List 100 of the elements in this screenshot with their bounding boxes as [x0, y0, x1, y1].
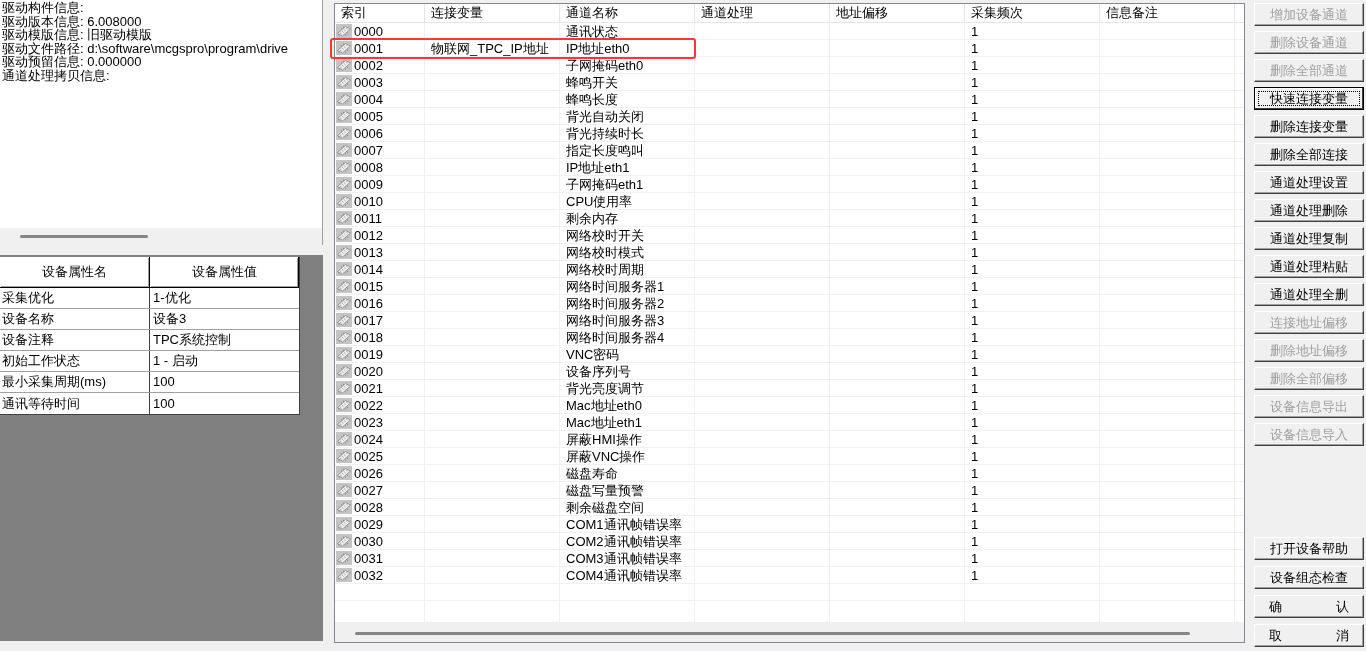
channel-name: 网络校时开关 — [566, 228, 644, 242]
channel-name: 蜂鸣长度 — [566, 92, 618, 106]
index-number: 0025 — [354, 449, 383, 463]
channel-name: 背光亮度调节 — [566, 381, 644, 395]
channel-processing-delete-button[interactable]: 通道处理删除 — [1254, 199, 1364, 222]
scrollbar-thumb[interactable] — [20, 235, 148, 238]
sample-frequency: 1 — [971, 551, 979, 565]
connected-variable: 物联网_TPC_IP地址 — [431, 41, 549, 55]
sample-frequency: 1 — [971, 534, 979, 548]
ok-button[interactable]: 确 认 — [1254, 595, 1364, 618]
index-number: 0024 — [354, 432, 383, 446]
index-number: 0021 — [354, 381, 383, 395]
channel-name: 子网掩码eth0 — [566, 58, 644, 72]
horizontal-scrollbar[interactable] — [335, 625, 1244, 642]
sample-frequency: 1 — [971, 313, 979, 327]
channel-processing-clear-button[interactable]: 通道处理全删 — [1254, 283, 1364, 306]
property-name: 采集优化 — [2, 289, 54, 308]
delete-connection-button[interactable]: 删除连接变量 — [1254, 115, 1364, 138]
sample-frequency: 1 — [971, 364, 979, 378]
sample-frequency: 1 — [971, 75, 979, 89]
sample-frequency: 1 — [971, 194, 979, 208]
channel-name: 网络时间服务器3 — [566, 313, 665, 327]
property-value: 设备3 — [153, 310, 187, 329]
quick-connect-variable-button[interactable]: 快速连接变量 — [1254, 87, 1364, 110]
channel-name: COM4通讯帧错误率 — [566, 568, 682, 582]
sample-frequency: 1 — [971, 568, 979, 582]
index-number: 0012 — [354, 228, 383, 242]
info-text-area[interactable]: 驱动构件信息: 驱动版本信息: 6.008000 驱动模版信息: 旧驱动模版 驱动文件路径: d:\software\mcgspro\program\drive 驱动预留信息: 0.000000 通道处理拷贝信息: — [0, 0, 323, 245]
column-header[interactable]: 设备属性值 — [150, 257, 299, 288]
column-header[interactable]: 设备属性名 — [0, 257, 150, 288]
channel-name: COM3通讯帧错误率 — [566, 551, 682, 565]
channel-name: 磁盘写量预警 — [566, 483, 644, 497]
channel-name: 网络时间服务器2 — [566, 296, 665, 310]
sample-frequency: 1 — [971, 381, 979, 395]
sample-frequency: 1 — [971, 126, 979, 140]
index-number: 0011 — [354, 211, 382, 225]
index-number: 0029 — [354, 517, 383, 531]
index-number: 0016 — [354, 296, 383, 310]
sample-frequency: 1 — [971, 211, 979, 225]
channel-name: COM1通讯帧错误率 — [566, 517, 682, 531]
property-value: 100 — [153, 373, 175, 392]
channel-name: Mac地址eth0 — [566, 398, 642, 412]
sample-frequency: 1 — [971, 296, 979, 310]
index-number: 0027 — [354, 483, 383, 497]
property-value: 1 - 启动 — [153, 352, 198, 371]
cancel-button[interactable]: 取 消 — [1254, 624, 1364, 647]
channel-name: 蜂鸣开关 — [566, 75, 618, 89]
info-line: 驱动文件路径: d:\software\mcgspro\program\drive — [2, 41, 289, 55]
index-number: 0004 — [354, 92, 383, 106]
sample-frequency: 1 — [971, 279, 979, 293]
property-name: 初始工作状态 — [2, 352, 80, 371]
index-number: 0003 — [354, 75, 383, 89]
sample-frequency: 1 — [971, 245, 979, 259]
channel-name: VNC密码 — [566, 347, 620, 361]
property-value: 100 — [153, 394, 175, 413]
property-value: 1-优化 — [153, 289, 191, 308]
sample-frequency: 1 — [971, 177, 979, 191]
check-configuration-button[interactable]: 设备组态检查 — [1254, 566, 1364, 589]
horizontal-scrollbar[interactable] — [0, 228, 322, 245]
sample-frequency: 1 — [971, 415, 979, 429]
index-number: 0007 — [354, 143, 383, 157]
info-line: 通道处理拷贝信息: — [2, 68, 110, 82]
index-number: 0030 — [354, 534, 383, 548]
info-line: 驱动模版信息: 旧驱动模版 — [2, 28, 153, 42]
delete-all-connections-button[interactable]: 删除全部连接 — [1254, 143, 1364, 166]
channel-name: 网络校时周期 — [566, 262, 644, 276]
sample-frequency: 1 — [971, 24, 979, 38]
index-number: 0028 — [354, 500, 383, 514]
channel-name: 设备序列号 — [566, 364, 631, 378]
index-number: 0023 — [354, 415, 383, 429]
channel-name: IP地址eth0 — [566, 41, 630, 55]
sample-frequency: 1 — [971, 92, 979, 106]
property-name: 通讯等待时间 — [2, 394, 80, 413]
index-number: 0002 — [354, 58, 383, 72]
sample-frequency: 1 — [971, 347, 979, 361]
sample-frequency: 1 — [971, 109, 979, 123]
channel-name: 背光自动关闭 — [566, 109, 644, 123]
channel-processing-copy-button[interactable]: 通道处理复制 — [1254, 227, 1364, 250]
sample-frequency: 1 — [971, 466, 979, 480]
index-number: 0022 — [354, 398, 383, 412]
open-device-help-button[interactable]: 打开设备帮助 — [1254, 537, 1364, 560]
sample-frequency: 1 — [971, 262, 979, 276]
sample-frequency: 1 — [971, 41, 979, 55]
channel-name: 网络时间服务器1 — [566, 279, 665, 293]
sample-frequency: 1 — [971, 483, 979, 497]
channel-name: 屏蔽HMI操作 — [566, 432, 642, 446]
channel-name: IP地址eth1 — [566, 160, 630, 174]
index-number: 0031 — [354, 551, 383, 565]
channel-processing-settings-button[interactable]: 通道处理设置 — [1254, 171, 1364, 194]
channel-name: 子网掩码eth1 — [566, 177, 644, 191]
index-number: 0014 — [354, 262, 383, 276]
sample-frequency: 1 — [971, 330, 979, 344]
channel-name: 通讯状态 — [566, 24, 618, 38]
channel-processing-paste-button[interactable]: 通道处理粘贴 — [1254, 255, 1364, 278]
property-value: TPC系统控制 — [153, 331, 231, 350]
index-number: 0006 — [354, 126, 383, 140]
info-line: 驱动预留信息: 0.000000 — [2, 55, 142, 69]
index-number: 0009 — [354, 177, 383, 191]
index-number: 0032 — [354, 568, 383, 582]
scrollbar-thumb[interactable] — [355, 632, 1190, 635]
